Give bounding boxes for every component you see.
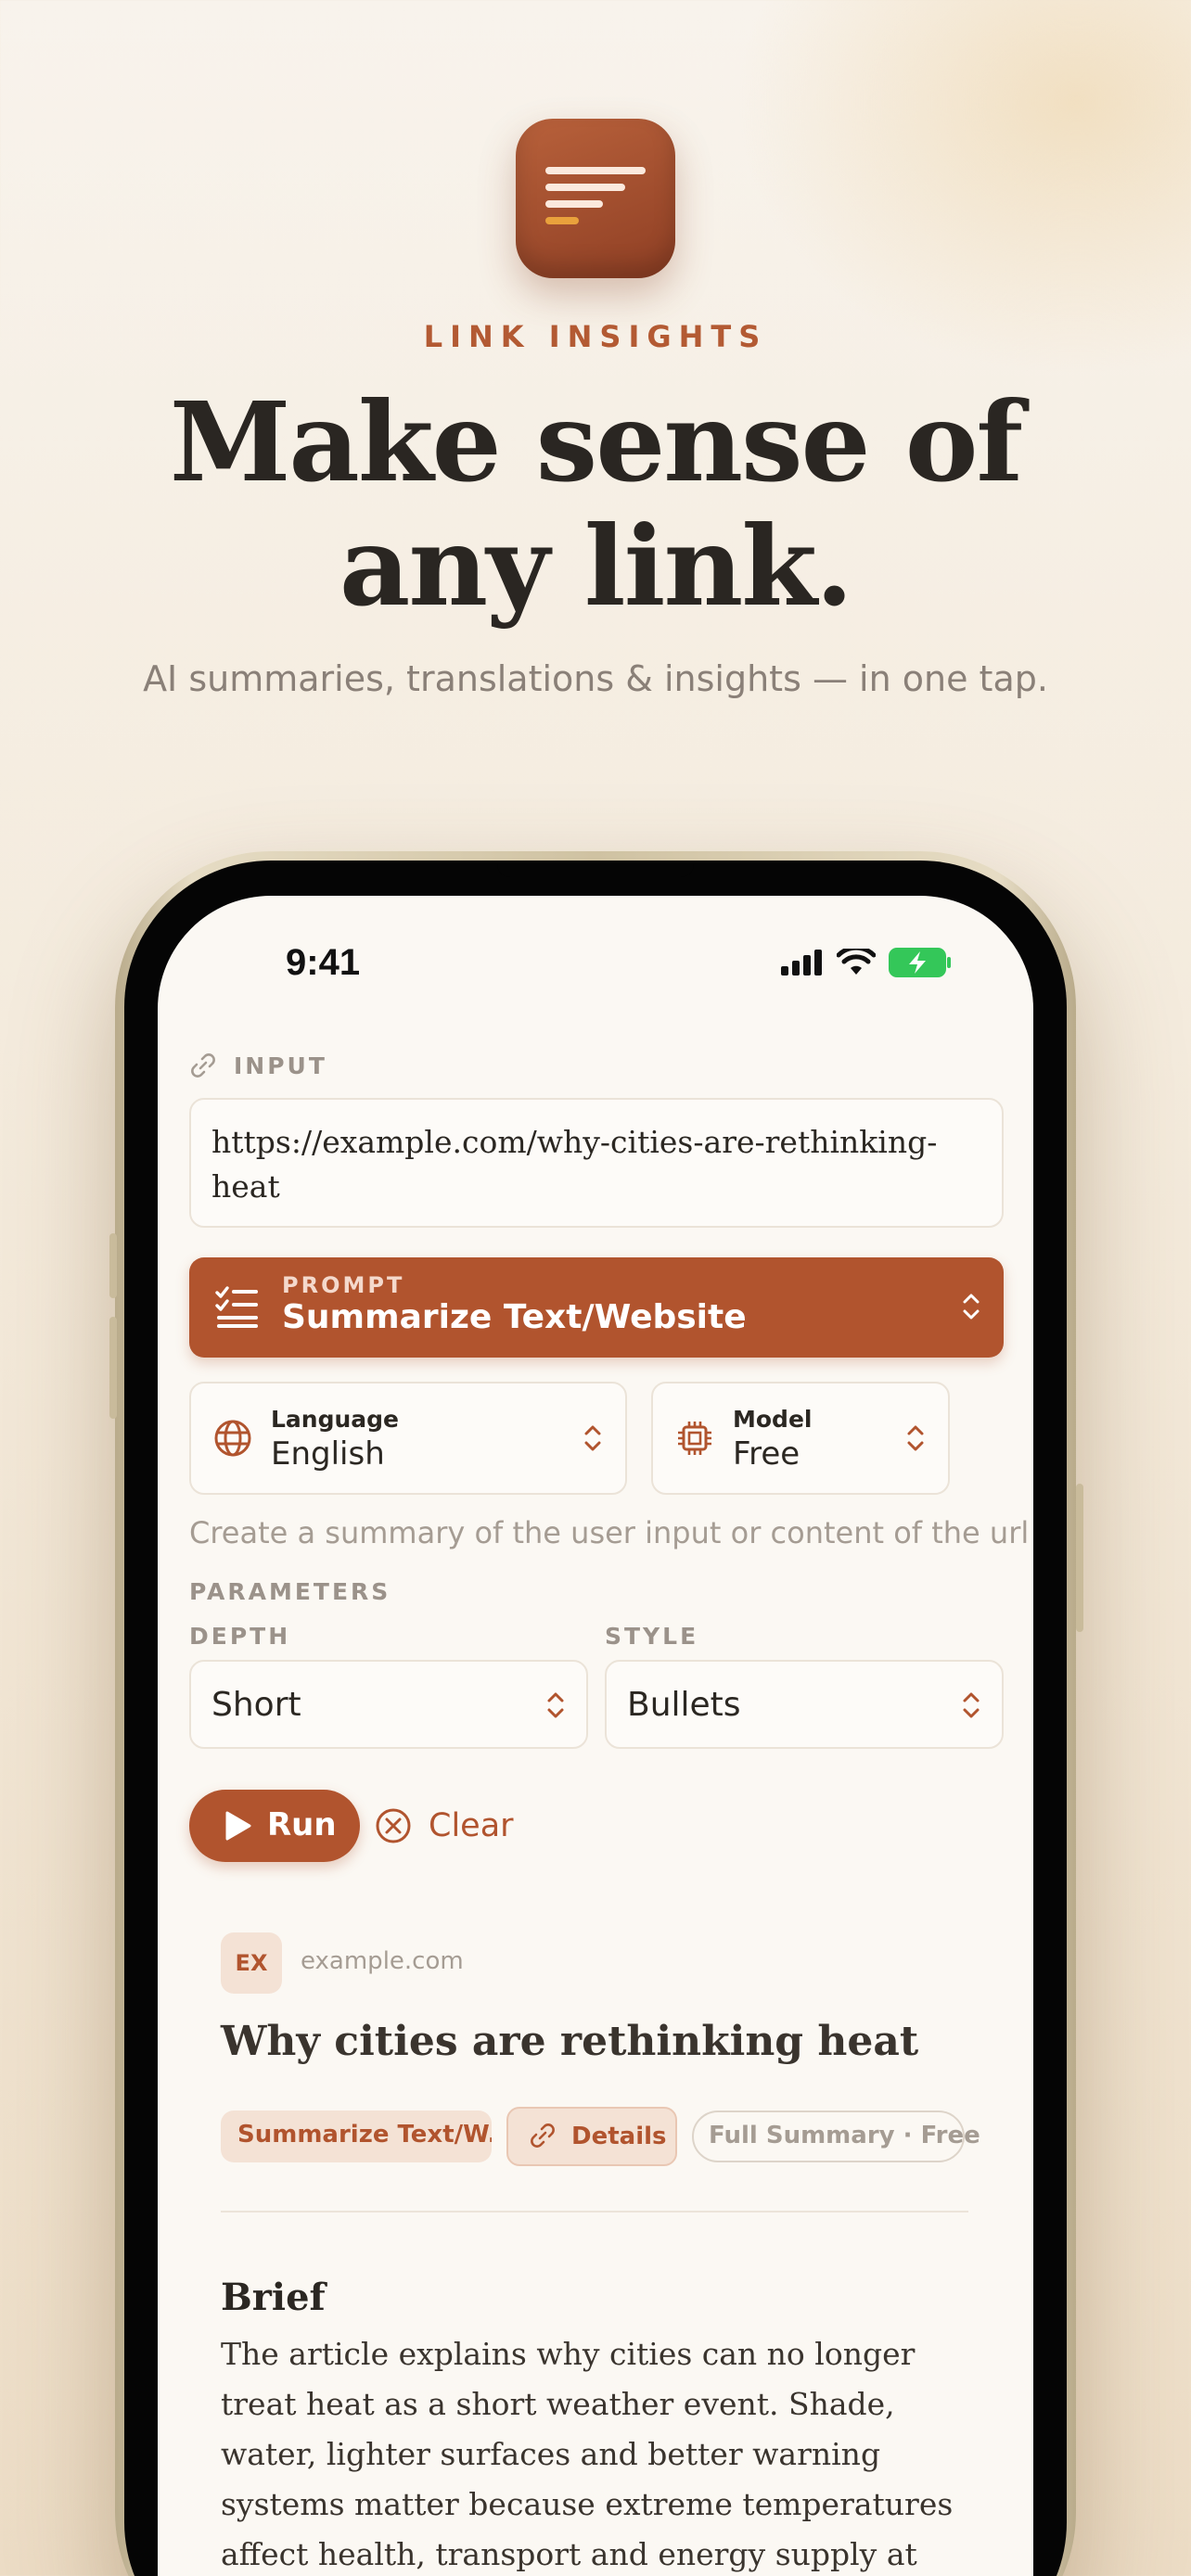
brief-body: The article explains why cities can no l… [221, 2336, 954, 2572]
app-icon [516, 119, 675, 278]
chevron-updown-icon [963, 1294, 980, 1320]
side-button [109, 1317, 117, 1419]
input-label-row: INPUT [189, 1052, 327, 1079]
details-button[interactable]: Details [506, 2107, 677, 2166]
model-title: Model [733, 1406, 813, 1433]
headline-line-1: Make sense of [169, 377, 1023, 506]
list-icon [215, 1286, 258, 1328]
prompt-selector[interactable]: PROMPT Summarize Text/Website [189, 1257, 1004, 1358]
chevron-updown-icon [907, 1425, 924, 1451]
language-value: English [271, 1435, 385, 1473]
style-label: STYLE [605, 1623, 699, 1650]
summary-tag: Full Summary · Free [692, 2111, 980, 2162]
brief-heading: Brief [221, 2276, 326, 2319]
language-selector[interactable]: Language English [189, 1382, 627, 1495]
dynamic-island [497, 861, 694, 877]
link-icon [191, 1053, 215, 1078]
depth-dropdown[interactable]: Short [189, 1660, 588, 1749]
prompt-label: PROMPT [282, 1272, 405, 1298]
wifi-icon [837, 949, 876, 975]
headline: Make sense of any link. [0, 380, 1191, 629]
style-value: Bullets [627, 1686, 741, 1724]
phone-screen: 9:41 INPUT https://example.com/why-citie… [158, 896, 1033, 2576]
side-button [1076, 1484, 1083, 1632]
article-title: Why cities are rethinking heat [221, 2018, 919, 2065]
status-icons [781, 948, 952, 977]
brand-name: LINK INSIGHTS [423, 319, 768, 354]
style-dropdown[interactable]: Bullets [605, 1660, 1004, 1749]
signal-icon [781, 950, 822, 976]
close-circle-icon [376, 1808, 411, 1843]
chevron-updown-icon [584, 1425, 601, 1451]
language-title: Language [271, 1406, 400, 1433]
source-badge: EX [221, 1932, 282, 1994]
globe-icon [214, 1420, 251, 1457]
details-label: Details [571, 2123, 667, 2150]
model-value: Free [733, 1435, 800, 1473]
headline-line-2: any link. [339, 502, 853, 631]
parameters-heading: PARAMETERS [189, 1578, 391, 1605]
chevron-updown-icon [963, 1692, 980, 1718]
prompt-tag: Summarize Text/W... [221, 2111, 492, 2162]
run-button[interactable]: Run [189, 1790, 360, 1862]
source-domain: example.com [301, 1947, 464, 1975]
model-selector[interactable]: Model Free [651, 1382, 950, 1495]
input-label: INPUT [234, 1052, 327, 1079]
link-icon [531, 2123, 555, 2148]
prompt-value: Summarize Text/Website [282, 1298, 747, 1336]
status-time: 9:41 [286, 942, 361, 983]
url-input[interactable]: https://example.com/why-cities-are-rethi… [189, 1098, 1004, 1228]
side-button [109, 1233, 117, 1298]
subtitle: AI summaries, translations & insights — … [143, 658, 1048, 699]
clear-label: Clear [429, 1807, 514, 1844]
battery-icon [889, 948, 951, 977]
clear-button[interactable]: Clear [375, 1790, 514, 1862]
play-icon [225, 1811, 251, 1841]
depth-value: Short [211, 1686, 301, 1724]
prompt-description: Create a summary of the user input or co… [189, 1515, 1030, 1550]
chip-icon [678, 1422, 711, 1455]
chevron-updown-icon [547, 1692, 564, 1718]
divider [221, 2211, 968, 2213]
depth-label: DEPTH [189, 1623, 291, 1650]
run-label: Run [267, 1806, 337, 1843]
